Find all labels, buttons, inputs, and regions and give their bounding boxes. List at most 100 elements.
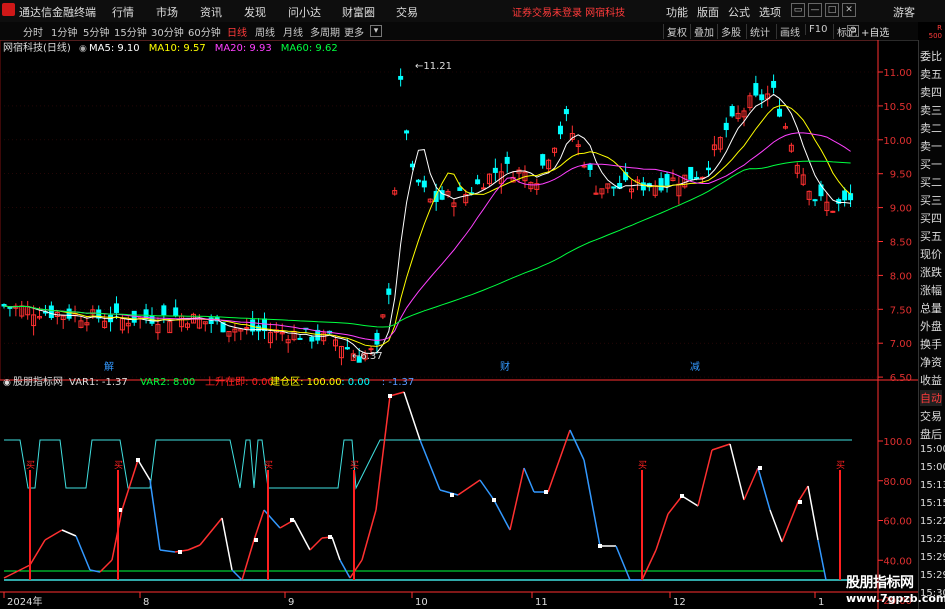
side-item-19[interactable]: 自动 xyxy=(920,390,942,406)
tool-multistock[interactable]: 多股 xyxy=(717,24,744,39)
menu-options[interactable]: 选项 xyxy=(759,4,781,20)
menu-discover[interactable]: 发现 xyxy=(244,4,266,20)
app-logo-icon xyxy=(2,3,15,16)
side-item-17[interactable]: 净资 xyxy=(920,354,942,370)
side-item-23: 15:00 xyxy=(920,462,945,473)
tool-restore[interactable]: 复权 xyxy=(663,24,690,39)
candle-body xyxy=(611,186,617,189)
side-item-4[interactable]: 卖二 xyxy=(920,120,942,136)
menu-quotes[interactable]: 行情 xyxy=(112,4,134,20)
side-item-7[interactable]: 买二 xyxy=(920,174,942,190)
period-weekly[interactable]: 周线 xyxy=(255,24,275,39)
period-daily[interactable]: 日线 xyxy=(227,24,247,39)
main-chart-title: 网宿科技(日线) xyxy=(3,41,71,54)
settings-icon[interactable]: ⚙ xyxy=(847,25,859,37)
menu-market[interactable]: 市场 xyxy=(156,4,178,20)
side-item-14[interactable]: 总量 xyxy=(920,300,942,316)
period-5min[interactable]: 5分钟 xyxy=(83,24,109,39)
oscillator-segment xyxy=(439,489,459,496)
period-more[interactable]: 更多 xyxy=(344,24,364,39)
corner-num: 500 xyxy=(928,32,942,40)
price-tick-label: 10.50 xyxy=(883,102,912,113)
oscillator-segment xyxy=(681,495,699,507)
ma-legend-3: MA60: 9.62 xyxy=(281,43,338,54)
menu-function[interactable]: 功能 xyxy=(666,4,688,20)
side-item-16[interactable]: 换手 xyxy=(920,336,942,352)
add-favorite-button[interactable]: +自选 xyxy=(861,24,889,39)
oscillator-marker xyxy=(492,498,496,502)
minimize-icon[interactable]: — xyxy=(808,3,822,17)
side-item-11[interactable]: 现价 xyxy=(920,246,942,262)
side-item-21[interactable]: 盘后 xyxy=(920,426,942,442)
indicator-tick-label: 60.00 xyxy=(883,517,912,528)
oscillator-segment xyxy=(375,395,391,511)
side-item-18[interactable]: 收益 xyxy=(920,372,942,388)
oscillator-marker xyxy=(680,494,684,498)
legend-toggle-icon: ◉ xyxy=(79,44,87,54)
candle-body xyxy=(374,332,380,345)
candle-body xyxy=(161,305,167,316)
login-notice[interactable]: 证券交易未登录 网宿科技 xyxy=(512,4,625,19)
guest-user[interactable]: 游客 xyxy=(893,4,915,20)
tool-f10[interactable]: F10 xyxy=(805,24,830,35)
period-30min[interactable]: 30分钟 xyxy=(151,24,184,39)
period-1min[interactable]: 1分钟 xyxy=(51,24,77,39)
oscillator-segment xyxy=(743,467,759,501)
close-icon[interactable]: ✕ xyxy=(842,3,856,17)
dropdown-icon[interactable]: ▾ xyxy=(370,25,382,37)
kline-chart[interactable]: 11.00 10.50 10.00 9.50 9.00 8.50 8.00 7.50 7.00 6… xyxy=(0,40,918,609)
side-item-1[interactable]: 卖五 xyxy=(920,66,942,82)
oscillator-marker xyxy=(290,518,294,522)
menu-wealth[interactable]: 财富圈 xyxy=(342,4,375,20)
menu-info[interactable]: 资讯 xyxy=(200,4,222,20)
title-bar: 通达信金融终端 行情 市场 资讯 发现 问小达 财富圈 交易 证券交易未登录 网宿科技 功能… xyxy=(0,0,945,23)
watermark: 股朋指标网 www.7gpzb.com xyxy=(846,572,945,605)
period-timeshare[interactable]: 分时 xyxy=(23,24,43,39)
side-item-3[interactable]: 卖三 xyxy=(920,102,942,118)
side-item-5[interactable]: 卖一 xyxy=(920,138,942,154)
oscillator-segment xyxy=(263,509,281,529)
oscillator-segment xyxy=(99,559,113,573)
tool-stats[interactable]: 统计 xyxy=(746,24,773,39)
menu-formula[interactable]: 公式 xyxy=(728,4,750,20)
candle-body xyxy=(315,329,321,341)
side-item-12[interactable]: 涨跌 xyxy=(920,264,942,280)
candle-body xyxy=(688,166,694,180)
oscillator-segment xyxy=(523,467,535,493)
menu-ask[interactable]: 问小达 xyxy=(288,4,321,20)
candle-body xyxy=(421,180,427,188)
period-monthly[interactable]: 月线 xyxy=(283,24,303,39)
app-title: 通达信金融终端 xyxy=(19,6,96,19)
side-item-2[interactable]: 卖四 xyxy=(920,84,942,100)
side-item-6[interactable]: 买一 xyxy=(920,156,942,172)
oscillator-segment xyxy=(389,391,405,397)
menu-trade[interactable]: 交易 xyxy=(396,4,418,20)
period-15min[interactable]: 15分钟 xyxy=(114,24,147,39)
side-item-20[interactable]: 交易 xyxy=(920,408,942,424)
tool-drawline[interactable]: 画线 xyxy=(776,24,803,39)
side-item-9[interactable]: 买四 xyxy=(920,210,942,226)
period-multi[interactable]: 多周期 xyxy=(310,24,340,39)
time-label-4: 11 xyxy=(535,597,548,608)
maximize-icon[interactable]: □ xyxy=(825,3,839,17)
side-item-8[interactable]: 买三 xyxy=(920,192,942,208)
low-price-label: ←6.37 xyxy=(352,351,383,362)
menu-layout[interactable]: 版面 xyxy=(697,4,719,20)
oscillator-segment xyxy=(29,539,46,566)
side-item-0[interactable]: 委比 xyxy=(920,48,942,64)
candle-body xyxy=(404,130,410,134)
side-item-10[interactable]: 买五 xyxy=(920,228,942,244)
side-item-13[interactable]: 涨幅 xyxy=(920,282,942,298)
indicator-legend-4: : 0.00 xyxy=(341,377,370,388)
indicator-legend-0: VAR1: -1.37 xyxy=(69,377,128,388)
oscillator-segment xyxy=(44,529,63,541)
restore-window-icon[interactable]: ▭ xyxy=(791,3,805,17)
candle-body xyxy=(386,288,392,295)
tool-overlay[interactable]: 叠加 xyxy=(690,24,717,39)
period-60min[interactable]: 60分钟 xyxy=(188,24,221,39)
oscillator-segment xyxy=(547,429,571,493)
side-item-25: 15:15 xyxy=(920,498,945,509)
time-label-3: 10 xyxy=(415,597,428,608)
side-item-15[interactable]: 外盘 xyxy=(920,318,942,334)
candle-body xyxy=(504,156,510,164)
